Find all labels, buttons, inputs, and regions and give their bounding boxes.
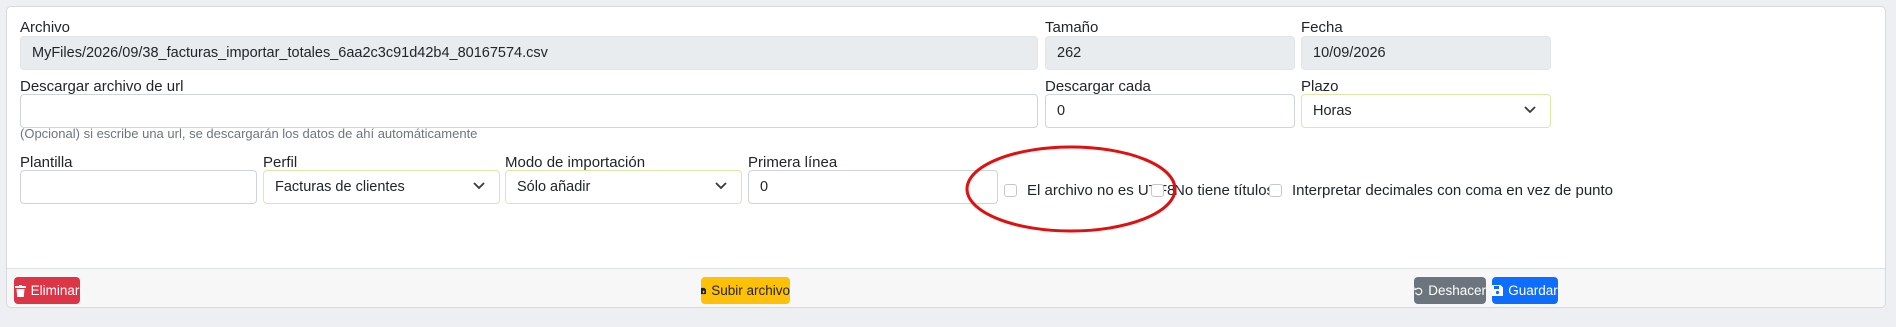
- import-mode-select[interactable]: Sólo añadir: [505, 170, 742, 204]
- comma-decimals-checkbox[interactable]: Interpretar decimales con coma en vez de…: [1269, 182, 1613, 199]
- comma-decimals-checkbox-box[interactable]: [1269, 184, 1282, 197]
- delete-button-label: Eliminar: [30, 283, 80, 298]
- first-line-input[interactable]: 0: [748, 170, 998, 204]
- comma-decimals-checkbox-label: Interpretar decimales con coma en vez de…: [1292, 182, 1614, 199]
- no-titles-checkbox-label: No tiene títulos: [1174, 182, 1275, 199]
- import-file-card: Archivo MyFiles/2026/09/38_facturas_impo…: [6, 6, 1886, 308]
- no-titles-checkbox[interactable]: No tiene títulos: [1151, 182, 1274, 199]
- first-line-label: Primera línea: [748, 154, 838, 171]
- card-footer: Eliminar Subir archivo Deshacer Guardar: [7, 268, 1885, 307]
- upload-file-button-label: Subir archivo: [711, 283, 790, 298]
- template-input[interactable]: [20, 170, 257, 204]
- download-every-label: Descargar cada: [1045, 78, 1151, 95]
- date-label: Fecha: [1301, 19, 1343, 36]
- file-label: Archivo: [20, 19, 71, 36]
- term-select[interactable]: Horas: [1301, 94, 1551, 128]
- size-field: 262: [1045, 36, 1295, 70]
- file-upload-icon: [701, 287, 707, 294]
- term-label: Plazo: [1301, 78, 1339, 95]
- trash-icon: [14, 284, 26, 297]
- chevron-down-icon: [715, 182, 727, 190]
- download-url-help: (Opcional) si escribe una url, se descar…: [20, 126, 478, 141]
- import-mode-select-value: Sólo añadir: [517, 179, 591, 195]
- date-field: 10/09/2026: [1301, 36, 1551, 70]
- upload-file-button[interactable]: Subir archivo: [701, 277, 790, 304]
- undo-button-label: Deshacer: [1428, 283, 1486, 298]
- save-button[interactable]: Guardar: [1492, 277, 1558, 304]
- download-url-input[interactable]: [20, 94, 1038, 128]
- import-mode-label: Modo de importación: [505, 154, 646, 171]
- chevron-down-icon: [1524, 106, 1536, 114]
- profile-select-value: Facturas de clientes: [275, 179, 405, 195]
- profile-select[interactable]: Facturas de clientes: [263, 170, 500, 204]
- chevron-down-icon: [473, 182, 485, 190]
- delete-button[interactable]: Eliminar: [14, 277, 80, 304]
- undo-button[interactable]: Deshacer: [1414, 277, 1486, 304]
- download-every-input[interactable]: 0: [1045, 94, 1295, 128]
- not-utf8-checkbox[interactable]: El archivo no es UTF8: [1004, 182, 1175, 199]
- no-titles-checkbox-box[interactable]: [1151, 184, 1164, 197]
- size-label: Tamaño: [1045, 19, 1099, 36]
- term-select-value: Horas: [1313, 103, 1352, 119]
- download-url-label: Descargar archivo de url: [20, 78, 184, 95]
- template-label: Plantilla: [20, 154, 73, 171]
- profile-label: Perfil: [263, 154, 298, 171]
- not-utf8-checkbox-box[interactable]: [1004, 184, 1017, 197]
- save-icon: [1492, 285, 1504, 296]
- undo-icon: [1414, 286, 1423, 295]
- save-button-label: Guardar: [1508, 283, 1558, 298]
- file-path-field: MyFiles/2026/09/38_facturas_importar_tot…: [20, 36, 1038, 70]
